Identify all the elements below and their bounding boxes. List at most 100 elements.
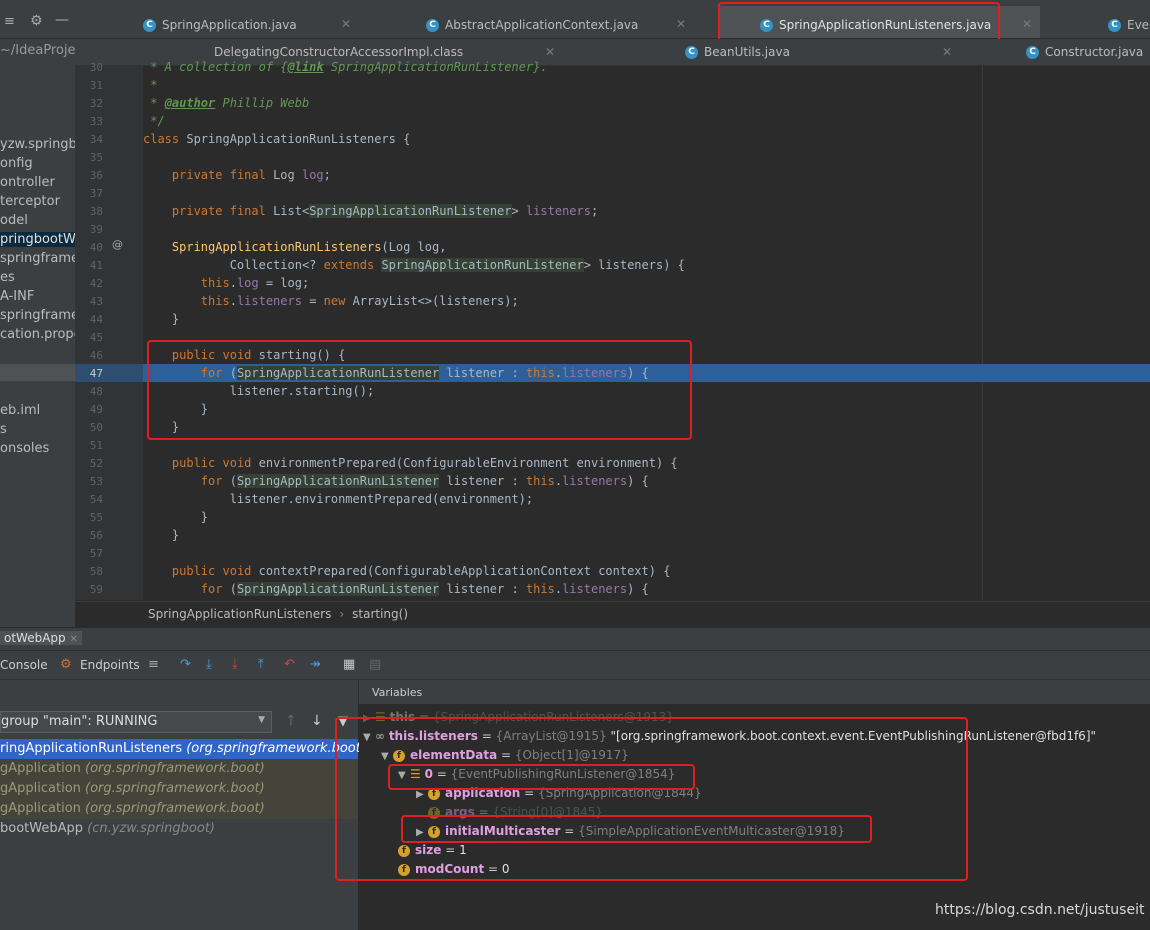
step-out-icon[interactable]: ⤒ [258,657,264,672]
close-icon[interactable]: ✕ [545,45,555,59]
line-number[interactable]: 32 [77,97,103,110]
override-marker-icon[interactable]: @ [112,238,123,251]
line-number[interactable]: 40 [77,241,103,254]
code-line[interactable]: public void environmentPrepared(Configur… [143,456,678,470]
code-line[interactable]: SpringApplicationRunListeners(Log log, [143,240,447,254]
line-number[interactable]: 43 [77,295,103,308]
code-line[interactable]: * [143,78,157,92]
tree-item[interactable]: terceptor [0,194,60,209]
tree-item[interactable]: eb.iml [0,403,40,418]
line-number[interactable]: 41 [77,259,103,272]
step-over-icon[interactable]: ⤓ [206,657,212,672]
frame-row[interactable]: bootWebApp (cn.yzw.springboot) [0,819,358,839]
code-line[interactable]: class SpringApplicationRunListeners { [143,132,410,146]
line-number[interactable]: 37 [77,187,103,200]
line-number[interactable]: 50 [77,421,103,434]
line-number[interactable]: 51 [77,439,103,452]
arrow-up-icon[interactable]: ↑ [285,713,297,729]
frame-row[interactable]: gApplication (org.springframework.boot) [0,799,358,819]
code-line[interactable]: private final Log log; [143,168,331,182]
gear-icon[interactable]: ⚙ [30,13,43,29]
code-line[interactable]: * @author Phillip Webb [143,96,309,110]
code-line[interactable]: Collection<? extends SpringApplicationRu… [143,258,685,272]
drop-frame-icon[interactable]: ↶ [284,657,295,672]
line-number[interactable]: 35 [77,151,103,164]
close-icon[interactable]: ✕ [676,17,686,31]
close-icon[interactable]: ✕ [942,45,952,59]
close-icon[interactable]: ✕ [69,634,77,645]
breadcrumb-method[interactable]: starting() [352,607,408,621]
tab-ever[interactable]: C Ever [1108,12,1150,38]
tab-spring-application[interactable]: C SpringApplication.java [143,12,297,38]
line-number[interactable]: 44 [77,313,103,326]
tree-item[interactable]: odel [0,213,28,228]
tree-item[interactable]: es [0,270,15,285]
frames-list-icon[interactable]: ≡ [148,657,159,672]
code-line[interactable]: } [143,510,208,524]
code-line[interactable]: this.log = log; [143,276,309,290]
line-number[interactable]: 46 [77,349,103,362]
code-line[interactable]: this.listeners = new ArrayList<>(listene… [143,294,519,308]
code-line[interactable]: listener.environmentPrepared(environment… [143,492,533,506]
line-number[interactable]: 56 [77,529,103,542]
show-execution-point-icon[interactable]: ↷ [180,657,191,672]
line-number[interactable]: 42 [77,277,103,290]
code-line[interactable]: } [143,528,179,542]
code-line[interactable]: for (SpringApplicationRunListener listen… [143,582,649,596]
line-number[interactable]: 49 [77,403,103,416]
line-number[interactable]: 52 [77,457,103,470]
line-number[interactable]: 53 [77,475,103,488]
line-number[interactable]: 45 [77,331,103,344]
code-line[interactable]: * A collection of {@link SpringApplicati… [143,60,547,74]
step-into-icon[interactable]: ⤓ [232,657,238,672]
line-number[interactable]: 48 [77,385,103,398]
code-line[interactable]: public void contextPrepared(Configurable… [143,564,671,578]
line-number[interactable]: 59 [77,583,103,596]
line-number[interactable]: 39 [77,223,103,236]
frame-row[interactable]: gApplication (org.springframework.boot) [0,759,358,779]
thread-select[interactable]: group "main": RUNNING ▼ [0,711,272,733]
tree-item[interactable]: onfig [0,156,33,171]
line-number[interactable]: 38 [77,205,103,218]
tree-item[interactable]: springframew [0,308,75,323]
code-line[interactable]: */ [143,114,164,128]
tree-item[interactable]: ontroller [0,175,55,190]
minimize-icon[interactable]: — [55,12,69,28]
arrow-down-icon[interactable]: ↓ [311,713,323,729]
variables-tab[interactable]: Variables [372,686,422,699]
tab-constructor[interactable]: C Constructor.java [1026,39,1143,65]
code-line[interactable]: } [143,312,179,326]
close-icon[interactable]: ✕ [341,17,351,31]
line-number[interactable]: 47 [77,367,103,380]
tab-abstract-application-context[interactable]: C AbstractApplicationContext.java [426,12,638,38]
code-line[interactable]: for (SpringApplicationRunListener listen… [143,474,649,488]
line-number[interactable]: 55 [77,511,103,524]
line-number[interactable]: 31 [77,79,103,92]
line-number[interactable]: 36 [77,169,103,182]
collapse-icon[interactable]: ≡ [4,14,15,29]
line-number[interactable]: 34 [77,133,103,146]
tree-item[interactable]: s [0,422,7,437]
tree-item[interactable]: yzw.springboo [0,137,75,152]
line-number[interactable]: 33 [77,115,103,128]
code-line[interactable]: private final List<SpringApplicationRunL… [143,204,598,218]
tree-item[interactable]: cation.prope [0,327,75,342]
endpoints-tab[interactable]: Endpoints [80,658,140,672]
console-tab[interactable]: Console [0,658,48,672]
tree-item[interactable]: A-INF [0,289,34,304]
tree-item[interactable]: onsoles [0,441,49,456]
line-number[interactable]: 58 [77,565,103,578]
close-icon[interactable]: ✕ [1022,17,1032,31]
evaluate-expression-icon[interactable]: ▦ [343,657,355,672]
frame-row[interactable]: gApplication (org.springframework.boot) [0,779,358,799]
run-to-cursor-icon[interactable]: ↠ [310,657,321,672]
debug-session-tab[interactable]: otWebApp ✕ [0,631,82,645]
tree-item[interactable]: springframew [0,251,75,266]
trace-icon[interactable]: ▤ [369,657,381,672]
line-number[interactable]: 54 [77,493,103,506]
breadcrumb-class[interactable]: SpringApplicationRunListeners [148,607,331,621]
tree-item-selected[interactable]: pringbootWe [0,232,75,247]
frame-row-selected[interactable]: ringApplicationRunListeners (org.springf… [0,739,366,759]
tab-bean-utils[interactable]: C BeanUtils.java [685,39,790,65]
line-number[interactable]: 57 [77,547,103,560]
